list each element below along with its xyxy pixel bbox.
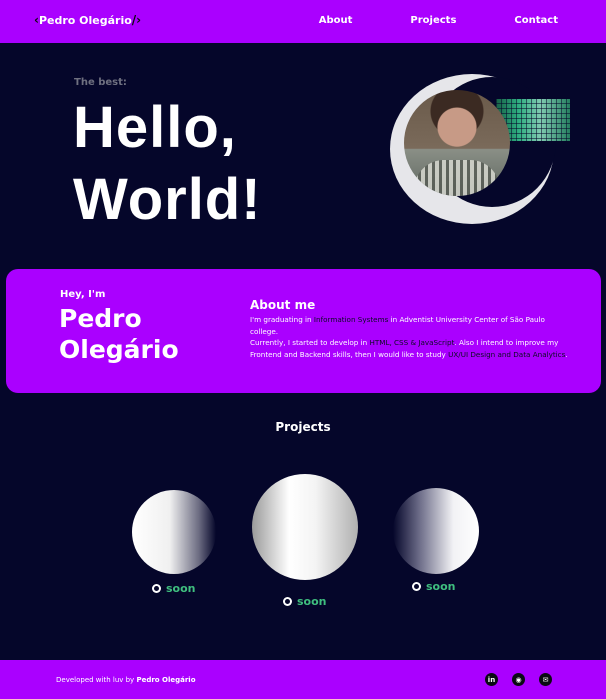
highlight-web-stack: HTML, CSS & JavaScript xyxy=(369,338,455,347)
projects-heading: Projects xyxy=(275,420,331,434)
about-text-span: I'm graduating in xyxy=(250,315,314,324)
credit-name: Pedro Olegário xyxy=(136,676,196,684)
mail-icon[interactable]: ✉ xyxy=(539,673,552,686)
github-icon xyxy=(152,584,161,593)
top-navbar: ‹ Pedro Olegário /› About Projects Conta… xyxy=(0,0,606,43)
social-links: in ◉ ✉ xyxy=(485,673,552,686)
profile-photo-group xyxy=(388,72,578,227)
nav-link-projects[interactable]: Projects xyxy=(410,15,456,26)
github-icon[interactable]: ◉ xyxy=(512,673,525,686)
about-paragraph-2: Currently, I started to develop in HTML,… xyxy=(250,337,570,360)
author-name-line1: Pedro xyxy=(59,304,142,333)
project-2-status: soon xyxy=(297,595,327,608)
site-logo[interactable]: ‹ Pedro Olegário /› xyxy=(34,13,141,27)
hero-title-line1: Hello, xyxy=(73,95,237,160)
nav-links: About Projects Contact xyxy=(261,15,558,26)
author-name: Pedro Olegário xyxy=(59,303,219,365)
about-section: Hey, I'm Pedro Olegário About me I'm gra… xyxy=(6,269,601,393)
project-card-1[interactable] xyxy=(132,490,216,574)
project-card-3[interactable] xyxy=(393,488,479,574)
footer: Developed with luv by Pedro Olegário in … xyxy=(0,660,606,699)
project-2-link[interactable]: soon xyxy=(283,595,327,608)
project-1-status: soon xyxy=(166,582,196,595)
project-3-link[interactable]: soon xyxy=(412,580,456,593)
hero-title: Hello, World! xyxy=(73,92,262,236)
about-text: I'm graduating in Information Systems in… xyxy=(250,314,570,360)
about-heading: About me xyxy=(250,298,316,312)
profile-photo xyxy=(404,90,510,196)
project-1-link[interactable]: soon xyxy=(152,582,196,595)
logo-name: Pedro Olegário xyxy=(38,13,132,27)
nav-link-about[interactable]: About xyxy=(319,15,353,26)
author-name-line2: Olegário xyxy=(59,335,179,364)
highlight-information-systems: Information Systems xyxy=(313,315,389,324)
logo-close-bracket: /› xyxy=(131,13,142,27)
github-icon xyxy=(412,582,421,591)
project-3-status: soon xyxy=(426,580,456,593)
project-card-2[interactable] xyxy=(252,474,358,580)
github-icon xyxy=(283,597,292,606)
hero-title-line2: World! xyxy=(73,167,262,232)
highlight-ux-data: UX/UI Design and Data Analytics xyxy=(448,349,566,359)
about-text-span: . xyxy=(565,349,568,359)
footer-credit: Developed with luv by Pedro Olegário xyxy=(56,676,196,684)
about-text-span: Currently, I started to develop in xyxy=(250,338,370,347)
hero-eyebrow: The best: xyxy=(74,77,127,88)
about-paragraph-1: I'm graduating in Information Systems in… xyxy=(250,314,570,337)
linkedin-icon[interactable]: in xyxy=(485,673,498,686)
nav-link-contact[interactable]: Contact xyxy=(514,15,558,26)
credit-prefix: Developed with luv by xyxy=(56,676,137,684)
greeting: Hey, I'm xyxy=(60,289,106,300)
